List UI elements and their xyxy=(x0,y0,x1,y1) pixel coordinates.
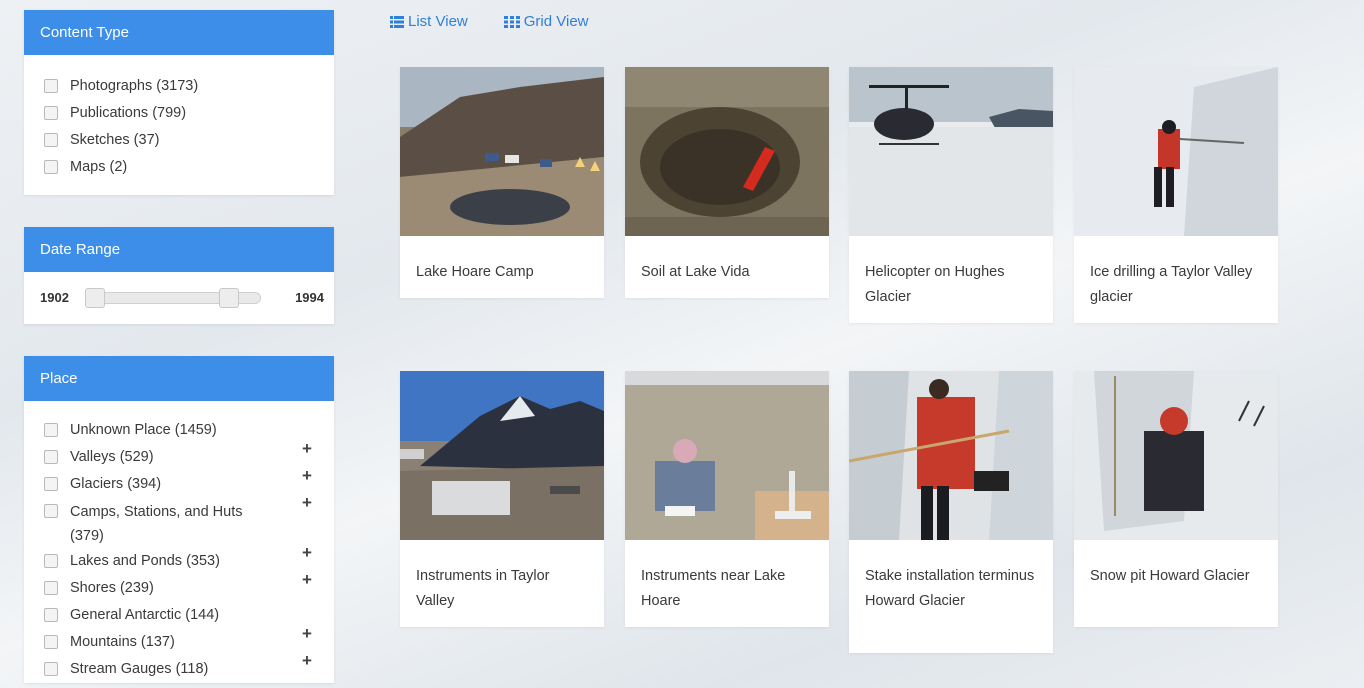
result-card[interactable]: Stake installation terminus Howard Glaci… xyxy=(849,371,1053,653)
date-max-label: 1994 xyxy=(295,289,324,305)
list-view-link[interactable]: List View xyxy=(390,13,468,30)
result-title[interactable]: Helicopter on Hughes Glacier xyxy=(849,236,1053,326)
facet-item-stream-gauges[interactable]: Stream Gauges (118) + xyxy=(44,651,314,683)
grid-icon xyxy=(503,15,520,28)
date-range-heading: Date Range xyxy=(24,227,334,272)
photo-thumbnail[interactable] xyxy=(625,371,829,540)
date-min-label: 1902 xyxy=(40,289,69,305)
result-title[interactable]: Soil at Lake Vida xyxy=(625,236,829,301)
facet-item-maps[interactable]: Maps (2) xyxy=(44,154,314,181)
place-heading: Place xyxy=(24,356,334,401)
checkbox[interactable] xyxy=(44,662,58,676)
facet-item-photographs[interactable]: Photographs (3173) xyxy=(44,73,314,100)
date-range-slider[interactable] xyxy=(84,288,261,308)
facet-item-shores[interactable]: Shores (239) + xyxy=(44,570,314,602)
facet-item-unknown-place[interactable]: Unknown Place (1459) xyxy=(44,417,314,444)
result-title[interactable]: Snow pit Howard Glacier xyxy=(1074,540,1278,605)
facet-item-valleys[interactable]: Valleys (529) + xyxy=(44,439,314,471)
checkbox[interactable] xyxy=(44,160,58,174)
facet-item-lakes-ponds[interactable]: Lakes and Ponds (353) + xyxy=(44,543,314,575)
result-title[interactable]: Instruments near Lake Hoare xyxy=(625,540,829,630)
photo-thumbnail[interactable] xyxy=(1074,371,1278,540)
facet-item-mountains[interactable]: Mountains (137) + xyxy=(44,624,314,656)
photo-thumbnail[interactable] xyxy=(849,67,1053,236)
checkbox[interactable] xyxy=(44,581,58,595)
photo-thumbnail[interactable] xyxy=(625,67,829,236)
grid-view-link[interactable]: Grid View xyxy=(503,13,589,30)
result-title[interactable]: Lake Hoare Camp xyxy=(400,236,604,301)
facet-item-glaciers[interactable]: Glaciers (394) + xyxy=(44,466,314,498)
photo-thumbnail[interactable] xyxy=(1074,67,1278,236)
result-card[interactable]: Ice drilling a Taylor Valley glacier xyxy=(1074,67,1278,323)
content-type-facet: Content Type Photographs (3173) Publicat… xyxy=(24,10,334,195)
checkbox[interactable] xyxy=(44,79,58,93)
list-icon xyxy=(390,15,404,28)
facet-sidebar: Content Type Photographs (3173) Publicat… xyxy=(24,10,334,688)
slider-handle-max[interactable] xyxy=(218,288,239,308)
checkbox[interactable] xyxy=(44,554,58,568)
expand-icon[interactable]: + xyxy=(300,435,314,462)
result-card[interactable]: Instruments near Lake Hoare xyxy=(625,371,829,627)
expand-icon[interactable]: + xyxy=(300,647,314,674)
result-card[interactable]: Instruments in Taylor Valley xyxy=(400,371,604,627)
date-range-facet: Date Range 1902 1994 xyxy=(24,227,334,324)
checkbox[interactable] xyxy=(44,133,58,147)
expand-icon[interactable]: + xyxy=(300,539,314,566)
checkbox[interactable] xyxy=(44,608,58,622)
facet-item-general-antarctic[interactable]: General Antarctic (144) xyxy=(44,602,314,629)
expand-icon[interactable]: + xyxy=(300,566,314,593)
result-card[interactable]: Lake Hoare Camp xyxy=(400,67,604,298)
photo-thumbnail[interactable] xyxy=(400,371,604,540)
place-facet: Place Unknown Place (1459) Valleys (529)… xyxy=(24,356,334,683)
photo-thumbnail[interactable] xyxy=(849,371,1053,540)
content-type-heading: Content Type xyxy=(24,10,334,55)
checkbox[interactable] xyxy=(44,635,58,649)
checkbox[interactable] xyxy=(44,450,58,464)
facet-item-publications[interactable]: Publications (799) xyxy=(44,100,314,127)
result-title[interactable]: Instruments in Taylor Valley xyxy=(400,540,604,630)
result-title[interactable]: Ice drilling a Taylor Valley glacier xyxy=(1074,236,1278,326)
facet-item-sketches[interactable]: Sketches (37) xyxy=(44,127,314,154)
checkbox[interactable] xyxy=(44,423,58,437)
slider-handle-min[interactable] xyxy=(84,288,105,308)
expand-icon[interactable]: + xyxy=(300,462,314,489)
result-card[interactable]: Soil at Lake Vida xyxy=(625,67,829,298)
expand-icon[interactable]: + xyxy=(300,489,314,516)
checkbox[interactable] xyxy=(44,106,58,120)
photo-thumbnail[interactable] xyxy=(400,67,604,236)
result-card[interactable]: Snow pit Howard Glacier xyxy=(1074,371,1278,627)
checkbox[interactable] xyxy=(44,504,58,518)
facet-item-camps-stations-huts[interactable]: Camps, Stations, and Huts (379) + xyxy=(44,493,314,548)
expand-icon[interactable]: + xyxy=(300,620,314,647)
view-toggle: List View Grid View xyxy=(390,13,589,30)
checkbox[interactable] xyxy=(44,477,58,491)
result-title[interactable]: Stake installation terminus Howard Glaci… xyxy=(849,540,1053,630)
result-card[interactable]: Helicopter on Hughes Glacier xyxy=(849,67,1053,323)
